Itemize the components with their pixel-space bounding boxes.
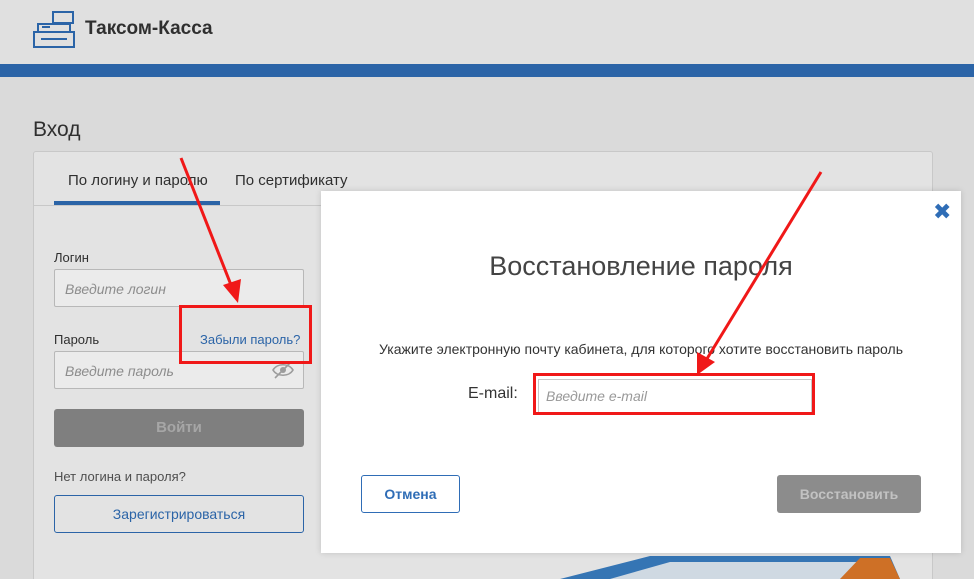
modal-title: Восстановление пароля xyxy=(489,251,793,281)
highlight-email-field xyxy=(533,373,815,415)
password-recovery-modal: ✖ Восстановление пароля Укажите электрон… xyxy=(321,191,961,553)
restore-button[interactable]: Восстановить xyxy=(777,475,921,513)
highlight-forgot-password xyxy=(179,305,312,364)
cancel-button[interactable]: Отмена xyxy=(361,475,460,513)
email-label: E-mail: xyxy=(468,385,518,402)
modal-description: Укажите электронную почту кабинета, для … xyxy=(379,341,903,357)
close-icon[interactable]: ✖ xyxy=(933,201,951,223)
